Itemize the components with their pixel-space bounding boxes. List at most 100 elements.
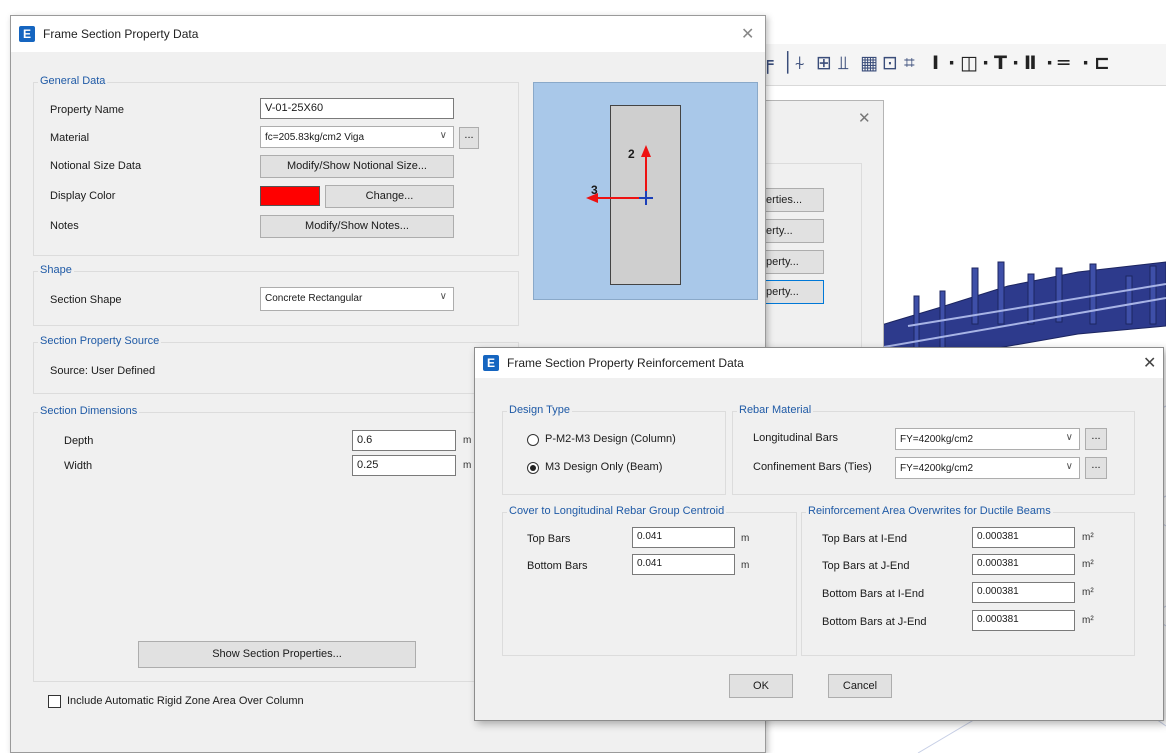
mid-dialog-button-3[interactable]: perty... xyxy=(762,250,824,274)
overwrite-row-input[interactable]: 0.000381 xyxy=(972,610,1075,631)
cancel-button[interactable]: Cancel xyxy=(828,674,892,698)
overwrite-row-label: Top Bars at I-End xyxy=(822,533,907,545)
longitudinal-bars-label: Longitudinal Bars xyxy=(753,432,839,444)
show-section-properties-button[interactable]: Show Section Properties... xyxy=(138,641,416,668)
app-e-icon: E xyxy=(483,355,499,371)
change-color-button[interactable]: Change... xyxy=(325,185,454,208)
overwrite-row-unit: m² xyxy=(1082,587,1094,598)
property-name-input[interactable]: V-01-25X60 xyxy=(260,98,454,119)
draw-column-icon[interactable]: ⫫ xyxy=(838,52,849,74)
group-label: Shape xyxy=(38,264,74,276)
rigid-zone-checkbox-label: Include Automatic Rigid Zone Area Over C… xyxy=(67,695,304,707)
draw-brace-icon[interactable]: ⍭ xyxy=(794,52,805,74)
section-i-icon[interactable]: I xyxy=(932,52,939,74)
overwrite-row-input[interactable]: 0.000381 xyxy=(972,527,1075,548)
confinement-bars-select[interactable]: FY=4200kg/cm2 ∨ xyxy=(895,457,1080,479)
mid-dialog-button-1[interactable]: erties... xyxy=(762,188,824,212)
background-toolbar: ╒ │ ⍭ ⊞ ⫫ ▦ ⊡ ⌗ I · ◫ · T · Ⅱ · ═ · ⊏ xyxy=(760,44,1166,86)
overwrite-row-unit: m² xyxy=(1082,615,1094,626)
general-data-group: General Data Property Name V-01-25X60 Ma… xyxy=(33,75,519,256)
longitudinal-bars-select[interactable]: FY=4200kg/cm2 ∨ xyxy=(895,428,1080,450)
section-c-icon[interactable]: ⊏ xyxy=(1094,52,1110,74)
material-select[interactable]: fc=205.83kg/cm2 Viga ∨ xyxy=(260,126,454,148)
overwrite-row-input[interactable]: 0.000381 xyxy=(972,554,1075,575)
dot-icon: · xyxy=(948,52,956,74)
mid-dialog-button-4[interactable]: perty... xyxy=(762,280,824,304)
chevron-down-icon: ∨ xyxy=(439,130,447,141)
shape-group: Shape Section Shape Concrete Rectangular… xyxy=(33,264,519,326)
chevron-down-icon: ∨ xyxy=(439,291,447,302)
width-unit: m xyxy=(463,460,472,471)
draw-slab-icon[interactable]: ▦ xyxy=(860,52,878,74)
section-shape-select[interactable]: Concrete Rectangular ∨ xyxy=(260,287,454,311)
longitudinal-bars-value: FY=4200kg/cm2 xyxy=(900,434,974,445)
close-icon[interactable]: ✕ xyxy=(858,109,871,127)
chevron-down-icon: ∨ xyxy=(1065,461,1073,472)
modify-notional-size-button[interactable]: Modify/Show Notional Size... xyxy=(260,155,454,178)
group-label: Rebar Material xyxy=(737,404,814,416)
dot-icon: · xyxy=(1082,52,1090,74)
confinement-bars-label: Confinement Bars (Ties) xyxy=(753,461,872,473)
confinement-bars-value: FY=4200kg/cm2 xyxy=(900,463,974,474)
group-label: Section Property Source xyxy=(38,335,162,347)
material-value: fc=205.83kg/cm2 Viga xyxy=(265,132,365,143)
section-shape-label: Section Shape xyxy=(50,294,122,306)
rebar-material-group: Rebar Material Longitudinal Bars FY=4200… xyxy=(732,404,1135,495)
depth-unit: m xyxy=(463,435,472,446)
mid-dialog-group: erties... erty... perty... perty... xyxy=(762,163,862,363)
ok-button[interactable]: OK xyxy=(729,674,793,698)
overwrite-row-unit: m² xyxy=(1082,532,1094,543)
section-property-source-group: Section Property Source Source: User Def… xyxy=(33,335,519,394)
titlebar: E Frame Section Property Reinforcement D… xyxy=(475,348,1163,378)
overwrite-row-input[interactable]: 0.000381 xyxy=(972,582,1075,603)
draw-wall-icon[interactable]: ⊡ xyxy=(882,52,898,74)
beam-design-radio[interactable] xyxy=(527,462,539,474)
local-axes-icon xyxy=(586,145,653,205)
display-color-label: Display Color xyxy=(50,190,116,202)
axis-3-label: 3 xyxy=(591,183,598,197)
dialog-title: Frame Section Property Reinforcement Dat… xyxy=(507,356,744,370)
confinement-more-button[interactable]: ... xyxy=(1085,457,1107,479)
titlebar: E Frame Section Property Data ✕ xyxy=(11,16,765,52)
axis-2-label: 2 xyxy=(628,147,635,161)
close-icon[interactable]: ✕ xyxy=(741,24,754,44)
beam-design-label: M3 Design Only (Beam) xyxy=(545,461,663,473)
group-label: General Data xyxy=(38,75,108,87)
top-bars-cover-label: Top Bars xyxy=(527,533,571,545)
longitudinal-more-button[interactable]: ... xyxy=(1085,428,1107,450)
section-tee-icon[interactable]: T xyxy=(994,52,1007,74)
material-more-button[interactable]: ... xyxy=(459,127,479,149)
app-e-icon: E xyxy=(19,26,35,42)
top-bars-cover-input[interactable]: 0.041 xyxy=(632,527,735,548)
draw-beam-icon[interactable]: ⊞ xyxy=(816,52,832,74)
source-text: Source: User Defined xyxy=(50,365,156,377)
width-label: Width xyxy=(64,460,93,472)
close-icon[interactable]: ✕ xyxy=(1143,353,1156,373)
bottom-bars-cover-input[interactable]: 0.041 xyxy=(632,554,735,575)
section-dimensions-group: Section Dimensions Depth 0.6 m Width 0.2… xyxy=(33,405,519,682)
dot-icon: · xyxy=(1012,52,1020,74)
material-label: Material xyxy=(50,132,90,144)
column-design-label: P-M2-M3 Design (Column) xyxy=(545,433,676,445)
dialog-title: Frame Section Property Data xyxy=(43,27,199,41)
group-label: Section Dimensions xyxy=(38,405,140,417)
width-input[interactable]: 0.25 xyxy=(352,455,456,476)
separator-icon: │ xyxy=(782,52,794,74)
section-box-icon[interactable]: ◫ xyxy=(960,52,978,74)
mid-dialog-button-2[interactable]: erty... xyxy=(762,219,824,243)
section-channel-icon[interactable]: ═ xyxy=(1058,52,1069,74)
modify-notes-button[interactable]: Modify/Show Notes... xyxy=(260,215,454,238)
section-double-i-icon[interactable]: Ⅱ xyxy=(1024,52,1037,74)
rigid-zone-checkbox[interactable] xyxy=(48,695,61,708)
bottom-bars-cover-label: Bottom Bars xyxy=(527,560,588,572)
depth-label: Depth xyxy=(64,435,94,447)
section-preview: 2 3 xyxy=(533,82,758,300)
depth-input[interactable]: 0.6 xyxy=(352,430,456,451)
overwrite-row-label: Bottom Bars at I-End xyxy=(822,588,925,600)
notes-label: Notes xyxy=(50,220,79,232)
dot-icon: · xyxy=(982,52,990,74)
top-bars-cover-unit: m xyxy=(741,533,750,544)
draw-opening-icon[interactable]: ⌗ xyxy=(904,52,915,74)
display-color-swatch[interactable] xyxy=(260,186,320,206)
column-design-radio[interactable] xyxy=(527,434,539,446)
